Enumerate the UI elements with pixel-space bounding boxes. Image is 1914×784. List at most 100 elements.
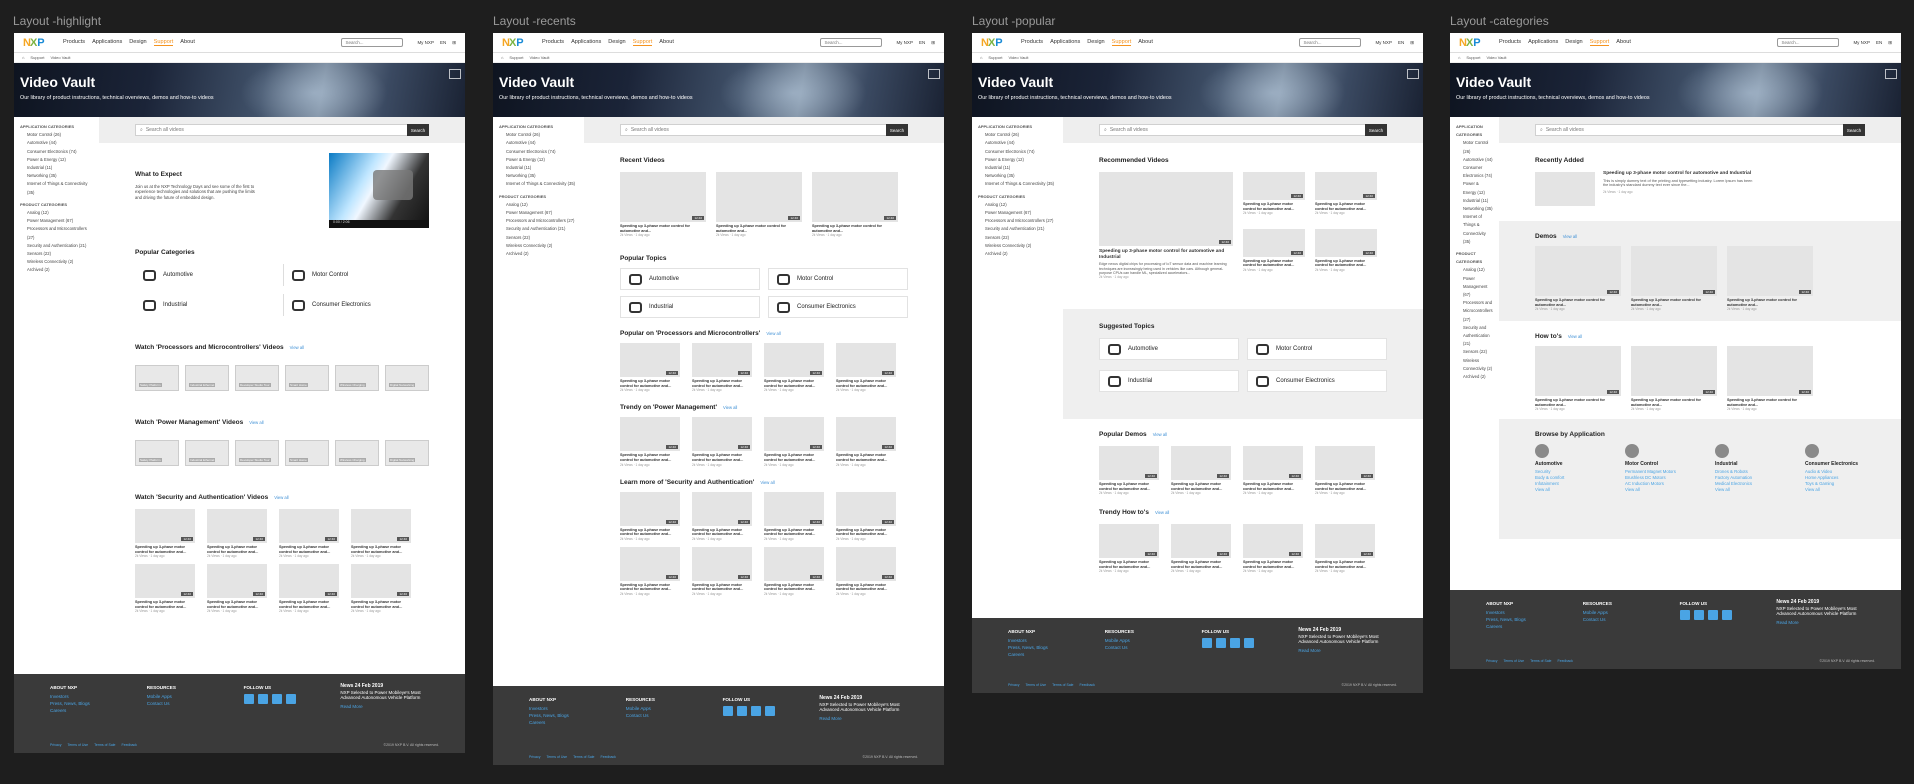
carousel-item[interactable]: Safety Platform	[135, 365, 179, 391]
legal-link[interactable]: Privacy	[1486, 659, 1497, 663]
nav-item-support[interactable]: Support	[1111, 39, 1132, 46]
site-search-input[interactable]: Search...	[820, 38, 883, 47]
video-title[interactable]: Speeding up 3-phase motor control for au…	[207, 545, 267, 554]
twitter-icon[interactable]	[722, 706, 733, 716]
sidebar-item[interactable]: Analog (12)	[20, 209, 93, 217]
language-select[interactable]: EN	[919, 40, 925, 46]
video-thumbnail[interactable]	[1535, 172, 1595, 206]
video-search-input[interactable]: ⌕ Search all videos Search	[1535, 124, 1865, 136]
nav-item-design[interactable]: Design	[1087, 39, 1104, 46]
nxp-logo[interactable]: NXP	[502, 36, 532, 50]
video-title[interactable]: Speeding up 3-phase motor control for au…	[836, 528, 896, 537]
video-card[interactable]: 12:40 Speeding up 3-phase motor control f…	[1171, 446, 1231, 495]
footer-link[interactable]: Contact Us	[626, 712, 705, 719]
nav-item-support[interactable]: Support	[153, 39, 174, 46]
video-card[interactable]: 12:40 Speeding up 3-phase motor control f…	[836, 546, 896, 596]
sidebar-item[interactable]: Motor Control (26)	[20, 131, 93, 139]
read-more-link[interactable]: Read More	[819, 716, 908, 722]
video-title[interactable]: Speeding up 3-phase motor control for au…	[1315, 202, 1377, 211]
sidebar-item[interactable]: Motor Control (26)	[978, 131, 1057, 139]
sidebar-item[interactable]: Motor Control (26)	[499, 131, 578, 139]
video-thumbnail[interactable]: 12:40	[1535, 246, 1621, 296]
legal-link[interactable]: Terms of Sale	[1052, 683, 1073, 687]
sidebar-item[interactable]: Automotive (44)	[499, 139, 578, 147]
footer-link[interactable]: Careers	[1486, 623, 1565, 630]
application-name[interactable]: Automotive	[1535, 461, 1595, 467]
category-item[interactable]: Consumer Electronics	[283, 294, 423, 316]
sidebar-item[interactable]: Industrial (11)	[978, 164, 1057, 172]
video-search-input[interactable]: ⌕ Search all videos Search	[620, 124, 908, 136]
video-card[interactable]: 12:40 Speeding up 3-phase motor control f…	[1099, 524, 1159, 573]
video-title[interactable]: Speeding up 3-phase motor control for au…	[1171, 560, 1231, 569]
video-card[interactable]: 12:40 Speeding up 3-phase motor control f…	[1171, 524, 1231, 573]
video-card[interactable]: 12:40 Speeding up 3-phase motor control f…	[1631, 246, 1717, 311]
video-title[interactable]: Speeding up 3-phase motor control for au…	[764, 528, 824, 537]
carousel-item[interactable]: Digital Networking	[385, 365, 429, 391]
twitter-icon[interactable]	[243, 694, 254, 704]
video-thumbnail[interactable]: 12:40	[1727, 246, 1813, 296]
video-card[interactable]: 12:40 Speeding up 3-phase motor control f…	[620, 172, 706, 237]
nav-item-support[interactable]: Support	[1589, 39, 1610, 46]
sidebar-item[interactable]: Power Management (67)	[20, 217, 93, 225]
video-title[interactable]: Speeding up 3-phase motor control for au…	[351, 545, 411, 554]
legal-link[interactable]: Feedback	[1558, 659, 1573, 663]
topic-item[interactable]: Industrial	[1099, 370, 1239, 392]
twitter-icon[interactable]	[1679, 610, 1690, 620]
video-title[interactable]: Speeding up 3-phase motor control for au…	[1315, 482, 1375, 491]
sidebar-item[interactable]: Automotive (44)	[20, 139, 93, 147]
view-all-link[interactable]: View all	[290, 345, 304, 350]
view-all-link[interactable]: View all	[1563, 234, 1577, 239]
sidebar-item[interactable]: Consumer Electronics (74)	[978, 148, 1057, 156]
video-thumbnail[interactable]: 12:40	[1171, 446, 1231, 480]
email-icon[interactable]	[1721, 610, 1732, 620]
footer-link[interactable]: Investors	[1486, 609, 1565, 616]
footer-link[interactable]: Careers	[529, 719, 608, 726]
read-more-link[interactable]: Read More	[1776, 620, 1865, 626]
video-thumbnail[interactable]: 12:40	[1535, 346, 1621, 396]
footer-link[interactable]: Contact Us	[147, 700, 226, 707]
my-nxp-link[interactable]: My NXP	[1853, 40, 1870, 46]
sidebar-item[interactable]: Networking (35)	[499, 172, 578, 180]
video-search-input[interactable]: ⌕ Search all videos Search	[1099, 124, 1387, 136]
application-link[interactable]: View all	[1625, 487, 1685, 493]
nav-item-applications[interactable]: Applications	[571, 39, 601, 46]
nav-item-about[interactable]: About	[1138, 39, 1153, 46]
video-thumbnail[interactable]: 12:40	[1243, 228, 1305, 257]
read-more-link[interactable]: Read More	[340, 704, 429, 710]
video-thumbnail[interactable]: 12:40	[1727, 346, 1813, 396]
video-title[interactable]: Speeding up 3-phase motor control for au…	[692, 528, 752, 537]
video-title[interactable]: Speeding up 3-phase motor control for au…	[1243, 259, 1305, 268]
home-icon[interactable]: ⌂	[22, 55, 24, 60]
breadcrumb-item[interactable]: Video Vault	[1486, 55, 1506, 60]
linkedin-icon[interactable]	[736, 706, 747, 716]
home-icon[interactable]: ⌂	[980, 55, 982, 60]
sidebar-item[interactable]: Networking (35)	[1456, 205, 1493, 213]
video-thumbnail[interactable]: 12:40	[351, 509, 411, 543]
video-title[interactable]: Speeding up 3-phase motor control for au…	[1099, 560, 1159, 569]
nav-item-products[interactable]: Products	[542, 39, 564, 46]
video-thumbnail[interactable]: 12:40	[1315, 172, 1377, 200]
facebook-icon[interactable]	[750, 706, 761, 716]
sidebar-item[interactable]: Power & Energy (12)	[978, 156, 1057, 164]
video-card[interactable]: 12:40 Speeding up 3-phase motor control f…	[764, 546, 824, 596]
video-card[interactable]: 12:40 Speeding up 3-phase motor control f…	[692, 546, 752, 596]
play-button[interactable]	[373, 170, 413, 200]
video-card[interactable]: 12:40 Speeding up 3-phase motor control f…	[764, 417, 824, 467]
carousel-item[interactable]: Digital Networking	[385, 440, 429, 466]
carousel-item[interactable]: Smart Home	[285, 365, 329, 391]
sidebar-item[interactable]: Consumer Electronics (74)	[499, 148, 578, 156]
sidebar-item[interactable]: Processors and Microcontrollers (27)	[978, 217, 1057, 225]
nav-item-products[interactable]: Products	[1499, 39, 1521, 46]
legal-link[interactable]: Terms of Sale	[94, 743, 115, 747]
video-title[interactable]: Speeding up 3-phase motor control for au…	[620, 453, 680, 462]
video-thumbnail[interactable]: 12:40	[836, 546, 896, 581]
video-title[interactable]: Speeding up 3-phase motor control for au…	[1315, 560, 1375, 569]
video-thumbnail[interactable]: 12:40	[764, 546, 824, 581]
footer-link[interactable]: Press, News, Blogs	[1008, 644, 1087, 651]
video-thumbnail[interactable]: 12:40	[836, 343, 896, 378]
language-select[interactable]: EN	[1876, 40, 1882, 46]
video-title[interactable]: Speeding up 3-phase motor control for au…	[812, 224, 898, 233]
email-icon[interactable]	[764, 706, 775, 716]
video-card[interactable]: 12:40 Speeding up 3-phase motor control f…	[207, 564, 267, 613]
video-thumbnail[interactable]: 12:40	[1099, 172, 1233, 246]
